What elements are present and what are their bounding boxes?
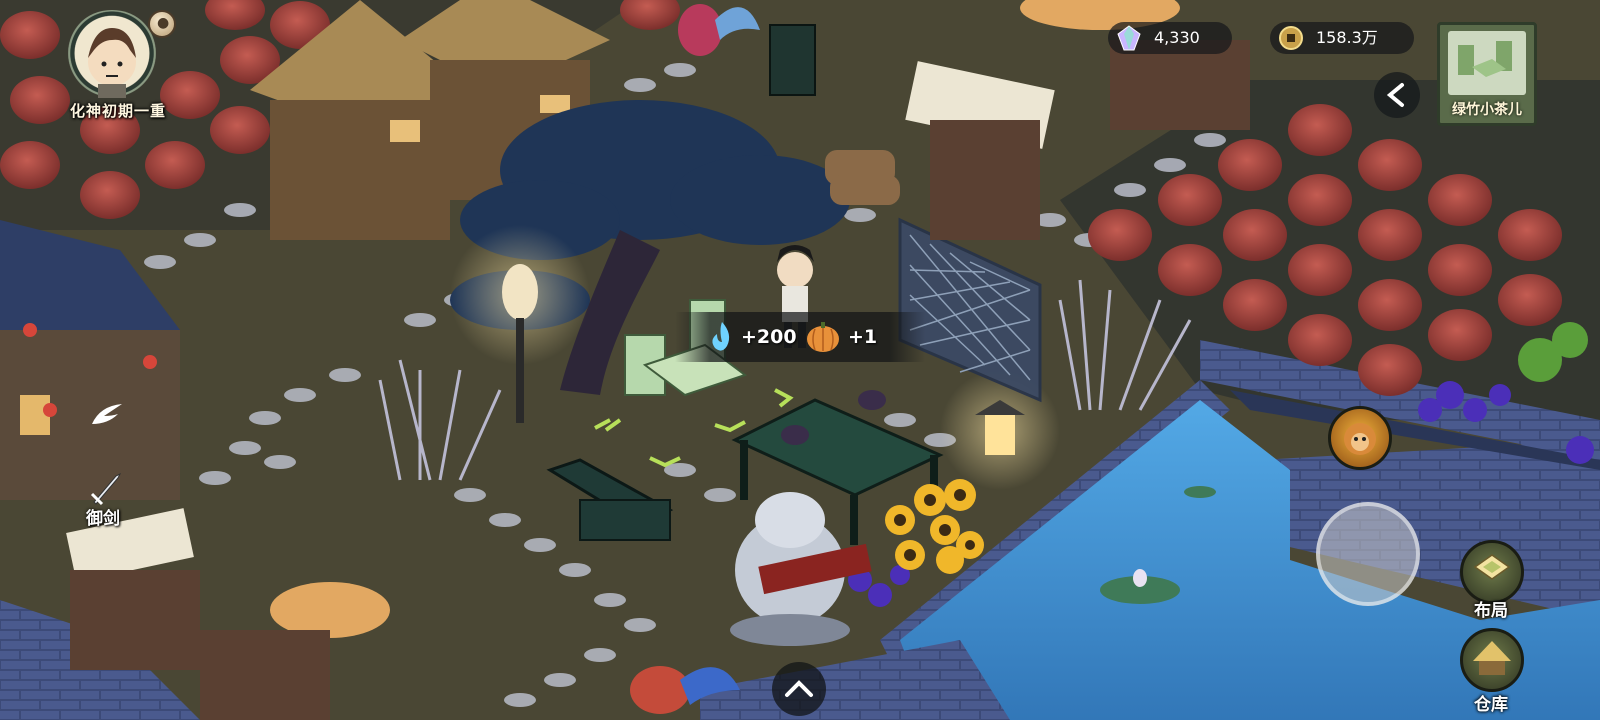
pumpkin-gain: +1 [848, 326, 878, 348]
bell-button[interactable]: ● [148, 10, 176, 38]
coin-amount: 158.3万 [1316, 28, 1378, 47]
sword-label: 御剑 [86, 509, 120, 529]
coin-counter[interactable]: 158.3万 [1270, 22, 1414, 54]
selected-item-name: 绿竹小茶儿 [1452, 102, 1522, 118]
storage-button[interactable] [1460, 628, 1524, 692]
layout-icon [1473, 554, 1511, 580]
virtual-joystick[interactable] [1316, 502, 1420, 606]
layout-button[interactable] [1460, 540, 1524, 604]
gem-icon [1117, 25, 1141, 51]
realm-label: 化神初期一重 [69, 102, 166, 120]
monkey-king-icon [1344, 423, 1376, 455]
sword-icon [90, 472, 122, 506]
layout-label: 布局 [1474, 601, 1508, 621]
spirit-gain: +200 [741, 326, 797, 348]
tea-set-thumbnail [1448, 31, 1526, 95]
feather-button[interactable] [86, 396, 126, 436]
spirit-flame-icon [712, 322, 730, 351]
collapse-panel-button[interactable] [1374, 72, 1420, 118]
reward-popup: +200 +1 [675, 312, 925, 362]
sword-button[interactable]: 御剑 [80, 470, 132, 532]
gem-counter[interactable]: 4,330 [1108, 22, 1232, 54]
avatar-icon [88, 28, 136, 98]
gem-amount: 4,330 [1154, 28, 1200, 47]
coin-icon [1279, 26, 1303, 50]
chevron-up-icon [785, 680, 813, 697]
player-avatar[interactable] [64, 10, 160, 106]
selected-item-card[interactable]: 绿竹小茶儿 [1437, 22, 1537, 126]
monkey-king-button[interactable] [1328, 406, 1392, 470]
straw-hut-icon [1473, 641, 1511, 675]
pumpkin-icon [807, 322, 839, 352]
storage-label: 仓库 [1474, 695, 1508, 715]
feather-icon [92, 404, 122, 424]
bell-icon: ● [157, 15, 170, 31]
expand-up-button[interactable] [772, 662, 826, 716]
chevron-left-icon [1386, 83, 1404, 107]
